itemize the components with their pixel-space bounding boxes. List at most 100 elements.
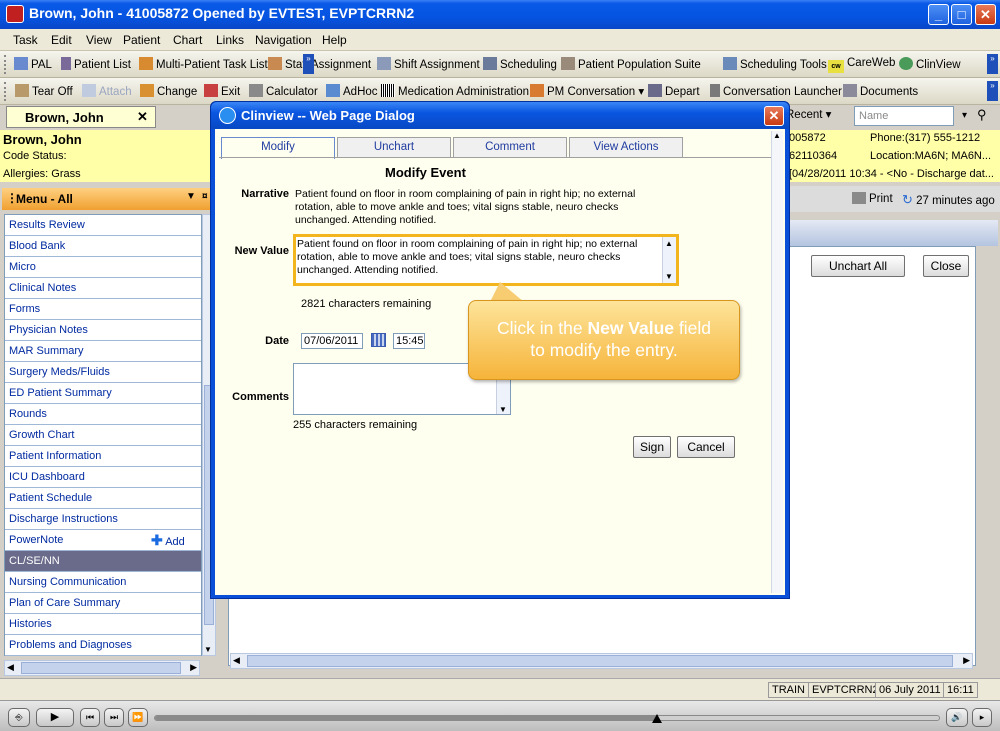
rewind-icon[interactable]: ⏮ [80,708,100,727]
playback-settings-icon[interactable]: ▸ [972,708,992,727]
dialog-close-button[interactable]: ✕ [764,106,784,126]
content-horizontal-scrollbar[interactable]: ◀ ▶ [230,653,973,669]
step-forward-icon[interactable]: ⏭ [104,708,124,727]
careweb-button[interactable]: cw CareWeb [828,57,895,73]
exit-playback-icon[interactable]: ⎆ [8,708,30,727]
menu-item-discharge-instructions[interactable]: Discharge Instructions [5,509,201,530]
menu-item-problems-and-diagnoses[interactable]: Problems and Diagnoses [5,635,201,656]
exit-button[interactable]: Exit [204,84,240,98]
search-dropdown-arrow[interactable]: ▾ [962,110,967,121]
menu-item-rounds[interactable]: Rounds [5,404,201,425]
menu-task[interactable]: Task [13,33,38,47]
pm-conversation-button[interactable]: PM Conversation ▾ [530,84,644,98]
scheduling-tools-button[interactable]: Scheduling Tools [723,57,827,71]
menu-pin-icon[interactable]: ¤ [202,191,208,202]
date-field[interactable]: 07/06/2011 [301,333,363,349]
multi-patient-task-list-button[interactable]: Multi-Patient Task List [139,57,268,71]
menu-hscroll-thumb[interactable] [21,662,181,674]
chevron-left-icon[interactable]: ◀ [7,662,14,673]
menu-item-icu-dashboard[interactable]: ICU Dashboard [5,467,201,488]
menu-item-forms[interactable]: Forms [5,299,201,320]
new-value-scrollbar[interactable]: ▲ ▼ [662,237,676,283]
scheduling-button[interactable]: Scheduling [483,57,557,71]
chevron-down-icon[interactable]: ▼ [499,405,507,414]
maximize-button[interactable]: □ [951,4,972,25]
content-close-button[interactable]: Close [923,255,969,277]
menu-item-patient-schedule[interactable]: Patient Schedule [5,488,201,509]
menu-horizontal-scrollbar[interactable]: ◀ ▶ [4,660,200,676]
chevron-right-icon[interactable]: ▶ [963,655,970,666]
fast-forward-icon[interactable]: ⏩ [128,708,148,727]
conversation-launcher-button[interactable]: Conversation Launcher [710,84,842,98]
chevron-up-icon[interactable]: ▲ [665,237,673,250]
menu-item-cl-se-nn[interactable]: CL/SE/NN [5,551,201,572]
menu-item-blood-bank[interactable]: Blood Bank [5,236,201,257]
adhoc-button[interactable]: AdHoc [326,84,378,98]
medication-administration-button[interactable]: Medication Administration [381,84,529,98]
chevron-right-icon[interactable]: ▶ [190,662,197,673]
chevron-down-icon[interactable]: ▼ [665,270,673,283]
clinview-button[interactable]: ClinView [899,57,961,71]
attach-button[interactable]: Attach [82,84,132,98]
cancel-button[interactable]: Cancel [677,436,735,458]
print-button[interactable]: Print [852,192,893,205]
volume-icon[interactable]: 🔊 [946,708,968,727]
menu-item-patient-information[interactable]: Patient Information [5,446,201,467]
patient-tab-close-icon[interactable]: ✕ [137,109,148,125]
menu-item-plan-of-care-summary[interactable]: Plan of Care Summary [5,593,201,614]
playback-track[interactable] [154,714,940,723]
menu-item-clinical-notes[interactable]: Clinical Notes [5,278,201,299]
tab-comment[interactable]: Comment [453,137,567,157]
change-button[interactable]: Change [140,84,197,98]
menu-item-growth-chart[interactable]: Growth Chart [5,425,201,446]
toolbar-overflow-chevron[interactable]: » [303,54,314,74]
menu-item-ed-patient-summary[interactable]: ED Patient Summary [5,383,201,404]
menu-dropdown-arrow[interactable]: ▼ [186,191,196,202]
menu-item-mar-summary[interactable]: MAR Summary [5,341,201,362]
documents-button[interactable]: Documents [843,84,918,98]
binoculars-icon[interactable]: ⚲ [977,107,987,123]
pal-button[interactable]: PAL [14,57,52,71]
calculator-button[interactable]: Calculator [249,84,318,98]
patient-list-button[interactable]: Patient List [61,57,131,71]
staff-assignment-button[interactable]: Staff Assignment [268,57,371,71]
menu-item-powernote[interactable]: PowerNote ✚ Add [5,530,201,551]
refresh-button[interactable]: ↻ 27 minutes ago [902,192,995,208]
window-close-button[interactable]: ✕ [975,4,996,25]
depart-button[interactable]: Depart [648,84,700,98]
tab-modify[interactable]: Modify [221,137,335,159]
unchart-all-button[interactable]: Unchart All [811,255,905,277]
tab-unchart[interactable]: Unchart [337,137,451,157]
new-value-field[interactable]: Patient found on floor in room complaini… [293,234,679,286]
sign-button[interactable]: Sign [633,436,671,458]
chevron-up-icon[interactable]: ▲ [773,131,781,140]
menu-item-surgery-meds-fluids[interactable]: Surgery Meds/Fluids [5,362,201,383]
menu-item-histories[interactable]: Histories [5,614,201,635]
tab-view-actions[interactable]: View Actions [569,137,683,157]
menu-patient[interactable]: Patient [123,33,160,47]
play-button[interactable]: ▶ [36,708,74,727]
patient-search-input[interactable]: Name [854,106,954,126]
calendar-icon[interactable] [371,333,386,347]
chevron-down-icon[interactable]: ▼ [204,645,212,654]
add-powernote-button[interactable]: ✚ Add [151,532,185,549]
toolbar-overflow-chevron[interactable]: » [987,81,998,101]
menu-navigation[interactable]: Navigation [255,33,312,47]
menu-item-micro[interactable]: Micro [5,257,201,278]
menu-item-results-review[interactable]: Results Review [5,215,201,236]
patient-tab[interactable]: Brown, John ✕ [6,106,156,128]
dialog-vertical-scrollbar[interactable]: ▲ [771,131,783,593]
menu-item-physician-notes[interactable]: Physician Notes [5,320,201,341]
toolbar-overflow-chevron-right[interactable]: » [987,54,998,74]
time-field[interactable]: 15:45 [393,333,425,349]
chevron-left-icon[interactable]: ◀ [233,655,240,666]
shift-assignment-button[interactable]: Shift Assignment [377,57,480,71]
patient-population-suite-button[interactable]: Patient Population Suite [561,57,701,71]
menu-links[interactable]: Links [216,33,244,47]
menu-edit[interactable]: Edit [51,33,72,47]
menu-chart[interactable]: Chart [173,33,202,47]
recent-dropdown[interactable]: Recent ▾ [786,107,831,121]
tear-off-button[interactable]: Tear Off [15,84,73,98]
menu-help[interactable]: Help [322,33,347,47]
menu-item-nursing-communication[interactable]: Nursing Communication [5,572,201,593]
